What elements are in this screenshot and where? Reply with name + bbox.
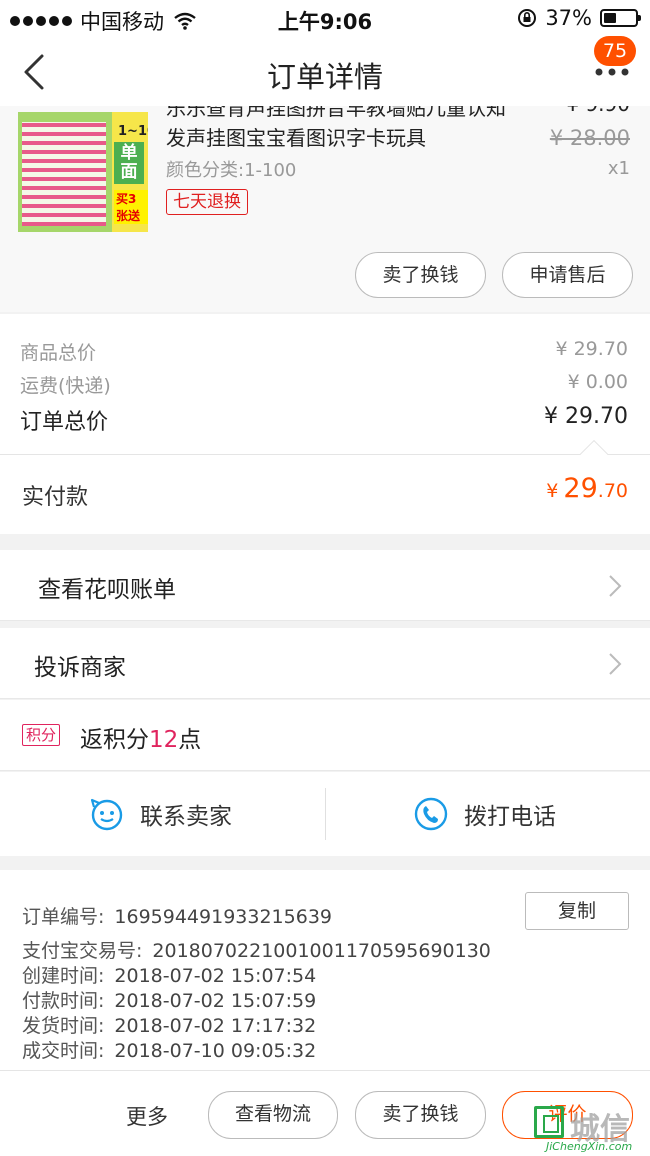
- watermark-logo-icon: [534, 1106, 564, 1138]
- view-logistics-button[interactable]: 查看物流: [208, 1091, 338, 1139]
- more-options-icon[interactable]: [594, 66, 630, 78]
- call-phone-label: 拨打电话: [464, 804, 556, 830]
- complain-seller-row[interactable]: 投诉商家: [0, 628, 650, 699]
- order-total-label: 订单总价: [20, 410, 109, 435]
- payment-time-line: 付款时间: 2018-07-02 15:07:59: [22, 986, 316, 1013]
- sell-for-cash-button-bottom[interactable]: 卖了换钱: [355, 1091, 486, 1139]
- nav-bar: 订单详情 75: [0, 36, 650, 106]
- created-time-line: 创建时间: 2018-07-02 15:07:54: [22, 961, 316, 988]
- goods-total-label: 商品总价: [20, 342, 97, 364]
- watermark-url: JiChengXin.com: [546, 1140, 633, 1153]
- order-number-label: 订单编号:: [22, 906, 105, 928]
- product-image[interactable]: 1~100 单面 买3张送: [18, 112, 148, 232]
- alipay-number-line: 支付宝交易号: 2018070221001001170595690130: [22, 936, 491, 963]
- chevron-right-icon: [609, 575, 622, 597]
- goods-total-value: ¥ 29.70: [555, 338, 628, 360]
- completion-time-value: 2018-07-10 09:05:32: [114, 1040, 317, 1062]
- price-summary: 商品总价 ¥ 29.70 运费(快递) ¥ 0.00 订单总价 ¥ 29.70: [0, 314, 650, 454]
- points-reward-text: 返积分12点: [80, 720, 201, 754]
- created-time-label: 创建时间:: [22, 965, 105, 987]
- shipping-time-line: 发货时间: 2018-07-02 17:17:32: [22, 1011, 316, 1038]
- product-price-partial: ¥ 9.90: [566, 106, 630, 116]
- points-reward-row: 积分 返积分12点: [0, 700, 650, 771]
- product-title-partial: 乐乐查育声挂图拼音早教墙贴儿童认知: [166, 106, 506, 120]
- contact-seller-button[interactable]: 联系卖家: [90, 772, 232, 856]
- contact-seller-label: 联系卖家: [140, 804, 232, 830]
- sell-for-cash-button[interactable]: 卖了换钱: [355, 252, 486, 298]
- call-phone-button[interactable]: 拨打电话: [414, 772, 556, 856]
- alipay-number-label: 支付宝交易号:: [22, 940, 143, 962]
- order-total-value: ¥ 29.70: [544, 404, 628, 429]
- amount-paid-value: ¥ 29.70: [546, 473, 628, 504]
- complain-seller-label: 投诉商家: [34, 655, 126, 681]
- chevron-right-icon: [609, 653, 622, 675]
- view-huabei-bill-label: 查看花呗账单: [38, 577, 176, 603]
- product-quantity: x1: [607, 158, 630, 179]
- completion-time-label: 成交时间:: [22, 1040, 105, 1062]
- more-button[interactable]: 更多: [126, 1101, 168, 1131]
- contact-divider: [325, 788, 326, 840]
- alipay-number-value: 2018070221001001170595690130: [152, 940, 491, 962]
- shipping-time-label: 发货时间:: [22, 1015, 105, 1037]
- battery-percent: 37%: [545, 6, 592, 30]
- orientation-lock-icon: [518, 9, 537, 27]
- payment-time-value: 2018-07-02 15:07:59: [114, 990, 317, 1012]
- product-variant: 颜色分类:1-100: [166, 160, 297, 181]
- return-policy-tag: 七天退换: [166, 189, 248, 215]
- site-watermark: 城信 JiChengXin.com: [530, 1104, 648, 1154]
- points-prefix: 返积分: [80, 727, 149, 753]
- completion-time-line: 成交时间: 2018-07-10 09:05:32: [22, 1036, 316, 1063]
- product-title: 发声挂图宝宝看图识字卡玩具: [166, 126, 426, 150]
- order-number-line: 订单编号: 169594491933215639: [22, 902, 332, 929]
- shipping-label: 运费(快递): [20, 375, 111, 397]
- points-tag: 积分: [22, 724, 61, 746]
- points-suffix: 点: [178, 727, 202, 753]
- amount-paid-row: 实付款 ¥ 29.70: [0, 439, 650, 534]
- currency-symbol: ¥: [546, 480, 559, 502]
- contact-bar: 联系卖家 拨打电话: [0, 772, 650, 856]
- amount-paid-label: 实付款: [22, 485, 89, 510]
- wall-chart-graphic: [22, 122, 106, 226]
- original-price: ¥ 28.00: [549, 126, 630, 150]
- shipping-value: ¥ 0.00: [567, 371, 628, 393]
- phone-icon: [414, 797, 448, 831]
- image-label-single-side: 单面: [114, 142, 144, 184]
- points-value: 12: [149, 727, 179, 753]
- amount-decimal: .70: [597, 480, 628, 502]
- after-sale-button[interactable]: 申请售后: [502, 252, 633, 298]
- order-info: 订单编号: 169594491933215639 复制 支付宝交易号: 201807…: [0, 870, 650, 1070]
- order-number-value: 169594491933215639: [114, 906, 332, 928]
- image-label-promo: 买3张送: [114, 190, 148, 224]
- battery-icon: [600, 9, 641, 27]
- copy-button[interactable]: 复制: [525, 892, 629, 930]
- page-title: 订单详情: [266, 60, 383, 94]
- status-right: 37%: [517, 6, 641, 30]
- image-label-range: 1~100: [118, 124, 148, 139]
- created-time-value: 2018-07-02 15:07:54: [114, 965, 317, 987]
- shipping-time-value: 2018-07-02 17:17:32: [114, 1015, 317, 1037]
- message-count-badge: 75: [594, 36, 636, 66]
- view-huabei-bill-row[interactable]: 查看花呗账单: [0, 550, 650, 621]
- product-card[interactable]: 1~100 单面 买3张送 乐乐查育声挂图拼音早教墙贴儿童认知 发声挂图宝宝看图…: [0, 106, 650, 312]
- chat-face-icon: [90, 798, 123, 831]
- amount-integer: 29: [563, 473, 598, 504]
- payment-time-label: 付款时间:: [22, 990, 105, 1012]
- status-bar: 中国移动 上午9:06 37%: [0, 0, 650, 36]
